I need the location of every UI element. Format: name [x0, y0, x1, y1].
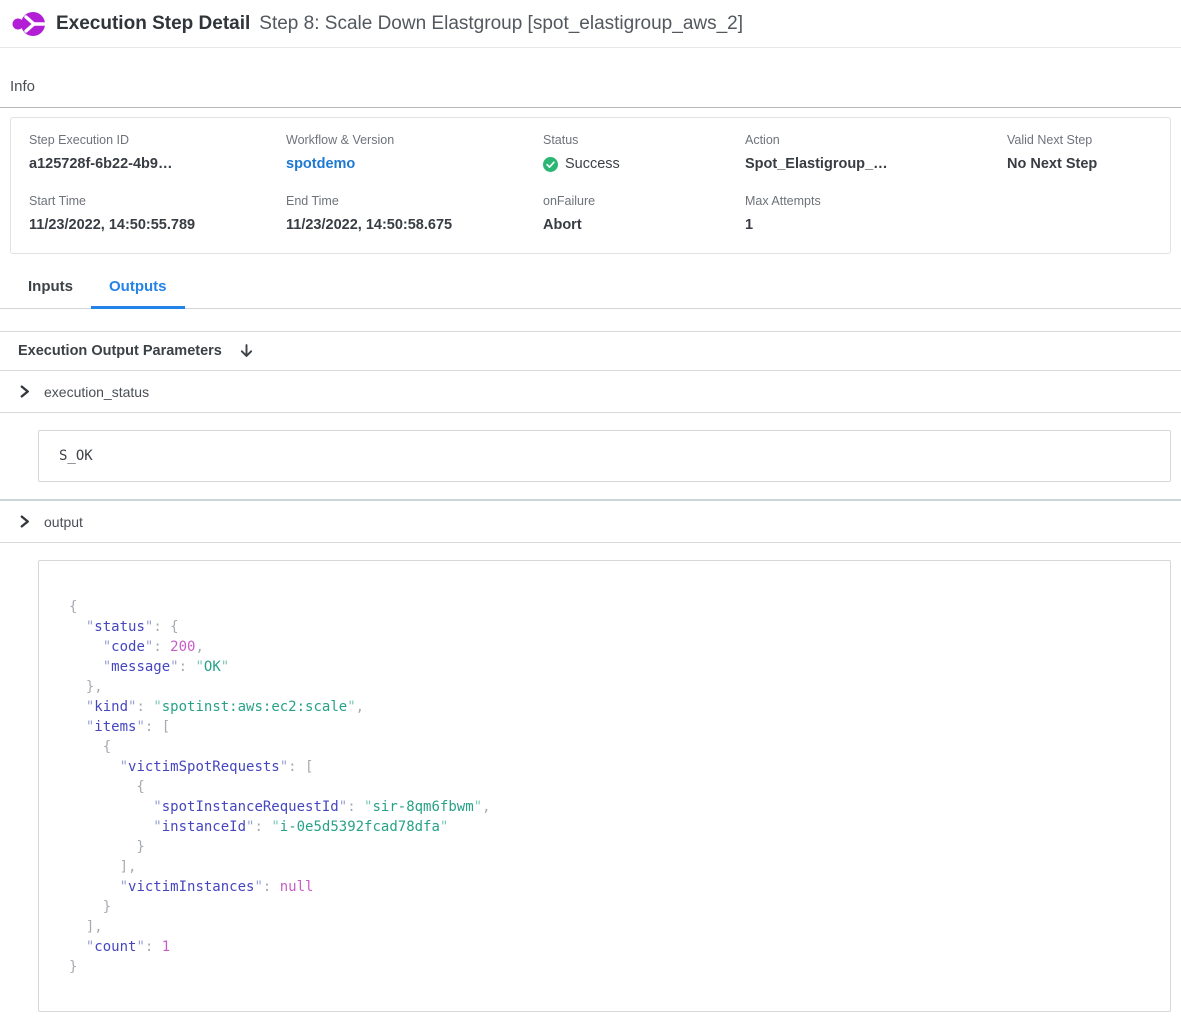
code-line: "status": {	[69, 617, 1150, 637]
group-label: output	[44, 514, 83, 530]
field-label: Step Execution ID	[29, 133, 286, 147]
code-line: ],	[69, 857, 1150, 877]
field-status: Status Success	[543, 133, 745, 172]
group-row-execution-status[interactable]: execution_status	[0, 371, 1181, 413]
field-valid-next-step: Valid Next Step No Next Step	[1007, 133, 1170, 172]
info-divider	[0, 107, 1181, 108]
code-line: "victimSpotRequests": [	[69, 757, 1150, 777]
workflow-link[interactable]: spotdemo	[286, 156, 543, 172]
field-value: 11/23/2022, 14:50:58.675	[286, 217, 543, 233]
tab-bar: Inputs Outputs	[0, 268, 1181, 309]
group-label: execution_status	[44, 384, 149, 400]
tab-outputs[interactable]: Outputs	[91, 268, 185, 309]
code-line: "code": 200,	[69, 637, 1150, 657]
code-line: }	[69, 837, 1150, 857]
field-value: 1	[745, 217, 1007, 233]
success-check-icon	[543, 157, 558, 172]
code-line: {	[69, 737, 1150, 757]
status-badge: Success	[543, 156, 745, 172]
field-value: Spot_Elastigroup_…	[745, 156, 1007, 172]
output-parameters-title: Execution Output Parameters	[18, 343, 222, 359]
field-label: Action	[745, 133, 1007, 147]
chevron-right-icon	[18, 515, 31, 528]
field-value: a125728f-6b22-4b9…	[29, 156, 286, 172]
code-line: {	[69, 777, 1150, 797]
code-line: ],	[69, 917, 1150, 937]
code-line: "instanceId": "i-0e5d5392fcad78dfa"	[69, 817, 1150, 837]
code-line: }	[69, 897, 1150, 917]
field-workflow-version: Workflow & Version spotdemo	[286, 133, 543, 172]
field-label: Valid Next Step	[1007, 133, 1170, 147]
field-label: Start Time	[29, 194, 286, 208]
code-line: "items": [	[69, 717, 1150, 737]
field-label: Workflow & Version	[286, 133, 543, 147]
field-start-time: Start Time 11/23/2022, 14:50:55.789	[29, 194, 286, 233]
field-end-time: End Time 11/23/2022, 14:50:58.675	[286, 194, 543, 233]
group-row-output[interactable]: output	[0, 501, 1181, 543]
field-value: 11/23/2022, 14:50:55.789	[29, 217, 286, 233]
field-action: Action Spot_Elastigroup_…	[745, 133, 1007, 172]
code-line: "message": "OK"	[69, 657, 1150, 677]
info-section-label: Info	[10, 78, 1181, 95]
tab-inputs[interactable]: Inputs	[10, 268, 91, 309]
download-icon[interactable]	[238, 343, 255, 360]
code-line: "spotInstanceRequestId": "sir-8qm6fbwm",	[69, 797, 1150, 817]
spot-logo-icon	[12, 9, 46, 39]
field-max-attempts: Max Attempts 1	[745, 194, 1007, 233]
field-label: onFailure	[543, 194, 745, 208]
code-line: }	[69, 957, 1150, 977]
info-card: Step Execution ID a125728f-6b22-4b9… Wor…	[10, 117, 1171, 254]
field-label: Max Attempts	[745, 194, 1007, 208]
code-line: },	[69, 677, 1150, 697]
code-line: "count": 1	[69, 937, 1150, 957]
status-text: Success	[565, 156, 620, 172]
code-line: "victimInstances": null	[69, 877, 1150, 897]
field-value: Abort	[543, 217, 745, 233]
execution-status-value: S_OK	[38, 430, 1171, 482]
field-label: Status	[543, 133, 745, 147]
code-line: {	[69, 597, 1150, 617]
field-onfailure: onFailure Abort	[543, 194, 745, 233]
page-subtitle: Step 8: Scale Down Elastgroup [spot_elas…	[259, 13, 743, 35]
page-title: Execution Step Detail	[56, 13, 250, 35]
output-json-code: { "status": { "code": 200, "message": "O…	[38, 560, 1171, 1012]
field-value: No Next Step	[1007, 156, 1170, 172]
chevron-right-icon	[18, 385, 31, 398]
output-parameters-header: Execution Output Parameters	[0, 331, 1181, 371]
app-header: Execution Step Detail Step 8: Scale Down…	[0, 0, 1181, 48]
field-step-execution-id: Step Execution ID a125728f-6b22-4b9…	[29, 133, 286, 172]
code-line: "kind": "spotinst:aws:ec2:scale",	[69, 697, 1150, 717]
field-label: End Time	[286, 194, 543, 208]
